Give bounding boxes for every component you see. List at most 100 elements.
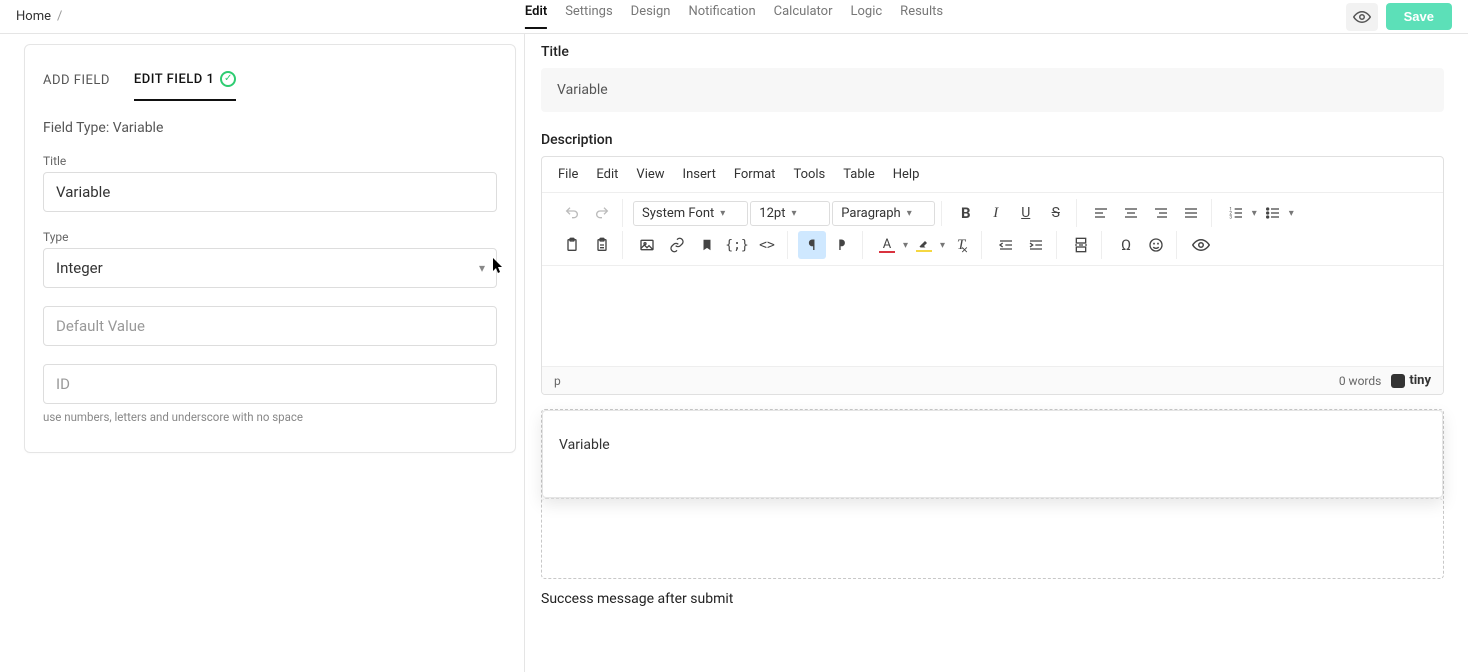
editor-menubar: File Edit View Insert Format Tools Table… xyxy=(542,157,1443,193)
nav-tab-edit[interactable]: Edit xyxy=(525,4,547,29)
tiny-logo[interactable]: tiny xyxy=(1391,373,1431,388)
braces-icon: {;} xyxy=(725,238,748,253)
rtl-button[interactable]: ¶ xyxy=(828,231,856,259)
svg-text:3: 3 xyxy=(1229,214,1232,220)
left-panel: ADD FIELD EDIT FIELD 1 ✓ Field Type: Var… xyxy=(0,34,524,672)
chevron-down-icon[interactable]: ▾ xyxy=(1252,208,1257,219)
align-right-icon xyxy=(1153,205,1169,221)
nav-tab-calculator[interactable]: Calculator xyxy=(774,4,833,29)
title-section-label: Title xyxy=(541,44,1444,60)
title-display: Variable xyxy=(541,68,1444,112)
ltr-button[interactable]: ¶ xyxy=(798,231,826,259)
special-char-button[interactable]: Ω xyxy=(1112,231,1140,259)
editor-path[interactable]: p xyxy=(554,374,561,388)
nav-tab-design[interactable]: Design xyxy=(631,4,671,29)
numbered-list-button[interactable]: 123 xyxy=(1222,199,1250,227)
id-input[interactable] xyxy=(43,364,497,404)
clear-formatting-button[interactable]: T✕ xyxy=(947,231,975,259)
breadcrumb-separator: / xyxy=(57,9,62,24)
align-center-icon xyxy=(1123,205,1139,221)
emoji-button[interactable] xyxy=(1142,231,1170,259)
block-format-value: Paragraph xyxy=(841,206,900,221)
align-left-button[interactable] xyxy=(1087,199,1115,227)
field-tabs: ADD FIELD EDIT FIELD 1 ✓ xyxy=(43,63,497,102)
chevron-down-icon[interactable]: ▾ xyxy=(940,240,945,251)
nav-tab-results[interactable]: Results xyxy=(900,4,943,29)
rtl-icon: ¶ xyxy=(838,236,845,254)
undo-icon xyxy=(564,205,580,221)
rich-text-editor: File Edit View Insert Format Tools Table… xyxy=(541,156,1444,395)
insert-template-button[interactable]: {;} xyxy=(723,231,751,259)
clear-format-icon: T✕ xyxy=(957,237,965,254)
font-size-select[interactable]: 12pt▾ xyxy=(750,201,830,226)
omega-icon: Ω xyxy=(1121,236,1131,254)
paste-text-button[interactable] xyxy=(588,231,616,259)
check-icon: ✓ xyxy=(220,71,236,87)
preview-field-card[interactable]: Variable xyxy=(542,410,1443,498)
insert-image-button[interactable] xyxy=(633,231,661,259)
title-group: Title xyxy=(43,154,497,212)
editor-content-area[interactable] xyxy=(542,266,1443,366)
block-format-select[interactable]: Paragraph▾ xyxy=(832,201,934,226)
strikethrough-button[interactable]: S xyxy=(1042,199,1070,227)
main-layout: ADD FIELD EDIT FIELD 1 ✓ Field Type: Var… xyxy=(0,34,1468,672)
type-label: Type xyxy=(43,230,497,244)
main-nav: Edit Settings Design Notification Calcul… xyxy=(525,4,943,29)
field-type-line: Field Type: Variable xyxy=(43,120,497,136)
preview-button[interactable] xyxy=(1346,3,1378,31)
align-justify-button[interactable] xyxy=(1177,199,1205,227)
bold-icon: B xyxy=(961,204,971,222)
undo-button[interactable] xyxy=(558,199,586,227)
breadcrumb-home[interactable]: Home xyxy=(16,9,51,24)
tab-edit-field[interactable]: EDIT FIELD 1 ✓ xyxy=(134,63,237,101)
outdent-icon xyxy=(998,237,1014,253)
chevron-down-icon[interactable]: ▾ xyxy=(903,240,908,251)
link-icon xyxy=(669,237,685,253)
nav-tab-logic[interactable]: Logic xyxy=(850,4,882,29)
menu-tools[interactable]: Tools xyxy=(793,167,825,182)
underline-button[interactable]: U xyxy=(1012,199,1040,227)
menu-view[interactable]: View xyxy=(636,167,664,182)
strikethrough-icon: S xyxy=(1052,205,1060,221)
word-count: 0 words xyxy=(1339,374,1382,388)
type-select[interactable] xyxy=(43,248,497,288)
title-input[interactable] xyxy=(43,172,497,212)
italic-button[interactable]: I xyxy=(982,199,1010,227)
menu-format[interactable]: Format xyxy=(734,167,776,182)
align-center-button[interactable] xyxy=(1117,199,1145,227)
align-right-button[interactable] xyxy=(1147,199,1175,227)
bold-button[interactable]: B xyxy=(952,199,980,227)
tab-edit-field-label: EDIT FIELD 1 xyxy=(134,72,215,87)
save-button[interactable]: Save xyxy=(1386,3,1452,30)
menu-edit[interactable]: Edit xyxy=(596,167,618,182)
page-break-button[interactable] xyxy=(1067,231,1095,259)
indent-icon xyxy=(1028,237,1044,253)
bookmark-button[interactable] xyxy=(693,231,721,259)
source-code-button[interactable]: <> xyxy=(753,231,781,259)
menu-table[interactable]: Table xyxy=(843,167,874,182)
editor-toolbar: System Font▾ 12pt▾ Paragraph▾ B I U S xyxy=(542,193,1443,266)
bullet-list-button[interactable] xyxy=(1259,199,1287,227)
redo-icon xyxy=(594,205,610,221)
indent-button[interactable] xyxy=(1022,231,1050,259)
text-color-button[interactable]: A xyxy=(873,231,901,259)
highlight-color-button[interactable] xyxy=(910,231,938,259)
code-icon: <> xyxy=(759,238,775,253)
nav-tab-notification[interactable]: Notification xyxy=(688,4,755,29)
menu-help[interactable]: Help xyxy=(893,167,920,182)
menu-file[interactable]: File xyxy=(558,167,578,182)
redo-button[interactable] xyxy=(588,199,616,227)
nav-tab-settings[interactable]: Settings xyxy=(565,4,612,29)
outdent-button[interactable] xyxy=(992,231,1020,259)
font-family-select[interactable]: System Font▾ xyxy=(633,201,748,226)
chevron-down-icon[interactable]: ▾ xyxy=(1289,208,1294,219)
image-icon xyxy=(639,237,655,253)
paste-button[interactable] xyxy=(558,231,586,259)
insert-link-button[interactable] xyxy=(663,231,691,259)
preview-toggle-button[interactable] xyxy=(1187,231,1215,259)
preview-drop-zone[interactable] xyxy=(542,498,1443,578)
menu-insert[interactable]: Insert xyxy=(683,167,716,182)
default-value-input[interactable] xyxy=(43,306,497,346)
field-editor-card: ADD FIELD EDIT FIELD 1 ✓ Field Type: Var… xyxy=(24,44,516,453)
tab-add-field[interactable]: ADD FIELD xyxy=(43,63,110,101)
